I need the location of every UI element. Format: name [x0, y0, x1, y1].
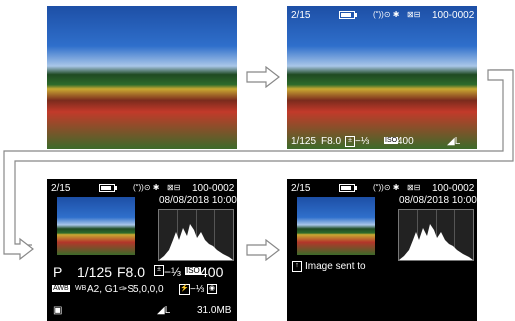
wireless-bluetooth-icon: (ʺ))⊙ ✱	[373, 10, 400, 19]
shooting-mode: P	[53, 264, 63, 280]
file-number: 100-0002	[432, 10, 475, 21]
flash-comp-icon: ⚡	[179, 284, 190, 295]
exposure-comp: −⅓	[164, 265, 182, 279]
arrow-right-icon	[246, 239, 280, 261]
wireless-bluetooth-icon: (ʺ))⊙ ✱	[373, 183, 400, 192]
white-balance: AWB	[52, 285, 70, 292]
thumbnail	[297, 197, 375, 255]
transfer-info-screen: 2/15 (ʺ))⊙ ✱ ⊠⊟ 100-0002 08/08/2018 10:0…	[287, 179, 491, 321]
iso-value: 400	[200, 264, 224, 280]
wb-shift: A2, G1	[87, 284, 119, 295]
picture-style-icon: ✑S	[119, 284, 135, 295]
thumbnail	[57, 197, 135, 255]
battery-icon	[339, 11, 357, 19]
protect-rating-icon: ⊠⊟	[167, 183, 181, 192]
wb-shift-icon: WB	[75, 285, 87, 292]
histogram	[158, 209, 234, 261]
date-time: 08/08/2018 10:00:00	[159, 195, 251, 206]
protect-rating-icon: ⊠⊟	[407, 10, 421, 19]
quality-icon: ◢L	[157, 305, 171, 316]
file-number: 100-0002	[432, 183, 475, 194]
file-size: 31.0MB	[197, 305, 232, 316]
quality-label: L	[164, 305, 171, 316]
lens-correction-icon: ▣	[53, 305, 63, 316]
image-index: 2/15	[51, 183, 71, 194]
aperture-value: F8.0	[117, 264, 146, 280]
flash-comp: −⅓	[190, 284, 205, 295]
battery-icon	[339, 184, 357, 192]
date-time: 08/08/2018 10:00:00	[399, 195, 491, 206]
transfer-icon: ↑	[292, 261, 302, 272]
transfer-message: Image sent to	[305, 261, 366, 272]
wireless-bluetooth-icon: (ʺ))⊙ ✱	[133, 183, 160, 192]
exposure-comp-icon: ±	[154, 265, 164, 276]
iso-label: ISO	[185, 266, 201, 275]
picture-style: 5,0,0,0	[133, 284, 164, 295]
metering-icon: ◉	[207, 284, 217, 294]
file-number: 100-0002	[192, 183, 235, 194]
protect-rating-icon: ⊠⊟	[407, 183, 421, 192]
histogram	[398, 209, 474, 261]
detailed-info-screen: 2/15 (ʺ))⊙ ✱ ⊠⊟ 100-0002 08/08/2018 10:0…	[47, 179, 251, 321]
image-index: 2/15	[291, 10, 311, 21]
image-index: 2/15	[291, 183, 311, 194]
battery-icon	[99, 184, 117, 192]
shutter-speed: 1/125	[77, 264, 113, 280]
